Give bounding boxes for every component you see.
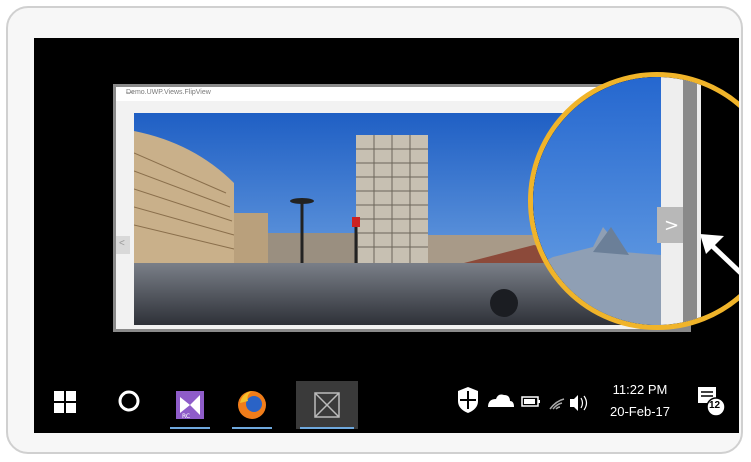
shield-icon [458, 387, 478, 413]
device-frame: Demo.UWP.Views.FlipView — < > RC 11:22 P… [6, 6, 743, 454]
svg-text:RC: RC [182, 413, 190, 420]
uwp-app-button[interactable] [296, 381, 358, 429]
notification-count: 12 [709, 400, 721, 411]
running-indicator [300, 427, 354, 429]
wifi-icon [549, 398, 565, 410]
visual-studio-icon: RC [176, 391, 204, 420]
action-center-button[interactable]: 12 [694, 383, 726, 417]
running-indicator [170, 427, 210, 429]
windows-logo-icon[interactable] [54, 391, 76, 413]
previous-glyph: < [119, 238, 125, 249]
screen: Demo.UWP.Views.FlipView — < > RC 11:22 P… [34, 38, 739, 433]
flipview-previous-button[interactable]: < [116, 236, 130, 254]
uwp-app-icon [314, 392, 340, 418]
battery-icon [521, 396, 540, 407]
taskbar: RC 11:22 PM 20-Feb-17 12 [34, 373, 739, 433]
minimize-button[interactable]: — [126, 88, 618, 97]
volume-icon [570, 395, 588, 411]
firefox-icon [238, 391, 266, 419]
clock-date: 20-Feb-17 [610, 404, 670, 419]
cortana-circle-icon[interactable] [116, 388, 142, 414]
svg-text:>: > [664, 215, 679, 236]
running-indicator [232, 427, 272, 429]
taskbar-clock[interactable]: 11:22 PM 20-Feb-17 [604, 379, 676, 423]
system-tray [458, 387, 588, 413]
firefox-button[interactable] [228, 381, 276, 429]
pointer-arrow-icon [700, 234, 739, 275]
visual-studio-button[interactable]: RC [166, 381, 214, 429]
cloud-icon [488, 394, 514, 407]
clock-time: 11:22 PM [612, 382, 668, 397]
